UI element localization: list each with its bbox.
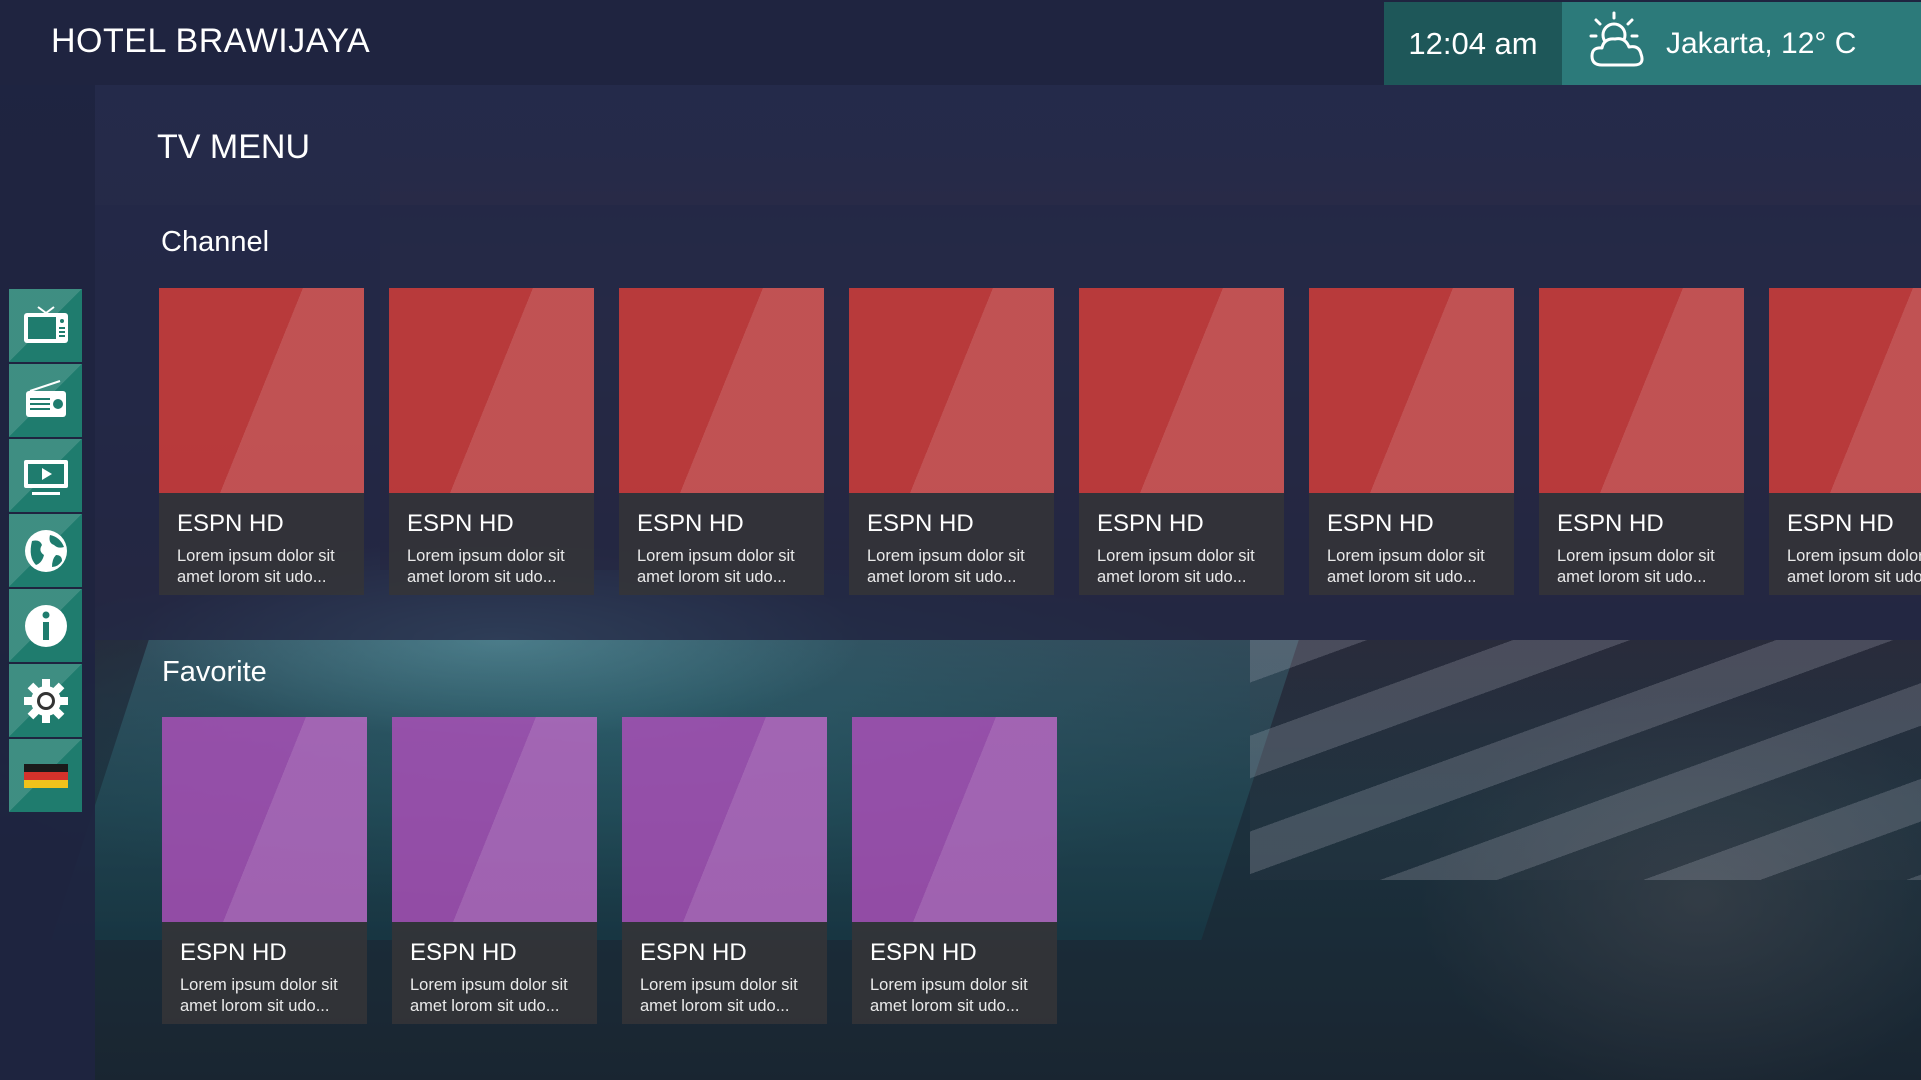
weather-text: Jakarta, 12° C — [1666, 26, 1857, 60]
channel-name: ESPN HD — [177, 510, 284, 537]
tv-icon — [23, 305, 68, 343]
favorite-thumbnail — [852, 717, 1057, 922]
favorite-description: Lorem ipsum dolor sit amet lorom sit udo… — [640, 976, 798, 1015]
favorite-thumbnail — [392, 717, 597, 922]
sidebar-item-language[interactable] — [9, 739, 82, 812]
channel-card[interactable]: ESPN HD Lorem ipsum dolor sit amet lorom… — [1769, 288, 1921, 595]
favorite-name: ESPN HD — [870, 939, 977, 966]
favorite-card[interactable]: ESPN HD Lorem ipsum dolor sit amet lorom… — [392, 717, 597, 1024]
channel-card[interactable]: ESPN HD Lorem ipsum dolor sit amet lorom… — [619, 288, 824, 595]
channel-thumbnail — [159, 288, 364, 493]
channel-description: Lorem ipsum dolor sit amet lorom sit udo… — [1097, 547, 1255, 586]
sidebar-item-tv[interactable] — [9, 289, 82, 362]
channel-card[interactable]: ESPN HD Lorem ipsum dolor sit amet lorom… — [1079, 288, 1284, 595]
partly-cloudy-icon — [1589, 11, 1644, 66]
sidebar-item-internet[interactable] — [9, 514, 82, 587]
channel-thumbnail — [1539, 288, 1744, 493]
channel-description: Lorem ipsum dolor sit amet lorom sit udo… — [1787, 547, 1921, 586]
gear-icon — [23, 678, 68, 723]
clock-time: 12:04 am — [1408, 25, 1538, 61]
radio-icon — [25, 379, 66, 417]
page-title: TV MENU — [157, 128, 310, 166]
channel-card[interactable]: ESPN HD Lorem ipsum dolor sit amet lorom… — [849, 288, 1054, 595]
info-icon — [24, 604, 67, 647]
channel-thumbnail — [849, 288, 1054, 493]
channel-heading: Channel — [161, 226, 270, 258]
channel-name: ESPN HD — [1557, 510, 1664, 537]
channel-description: Lorem ipsum dolor sit amet lorom sit udo… — [867, 547, 1025, 586]
favorite-thumbnail — [162, 717, 367, 922]
channel-description: Lorem ipsum dolor sit amet lorom sit udo… — [177, 547, 335, 586]
channel-name: ESPN HD — [867, 510, 974, 537]
channel-thumbnail — [1769, 288, 1921, 493]
channel-thumbnail — [1079, 288, 1284, 493]
channel-thumbnail — [389, 288, 594, 493]
favorite-name: ESPN HD — [410, 939, 517, 966]
channel-description: Lorem ipsum dolor sit amet lorom sit udo… — [637, 547, 795, 586]
channel-thumbnail — [619, 288, 824, 493]
channel-name: ESPN HD — [1787, 510, 1894, 537]
sidebar-item-radio[interactable] — [9, 364, 82, 437]
channel-card[interactable]: ESPN HD Lorem ipsum dolor sit amet lorom… — [159, 288, 364, 595]
channel-description: Lorem ipsum dolor sit amet lorom sit udo… — [1557, 547, 1715, 586]
favorite-name: ESPN HD — [180, 939, 287, 966]
channel-card[interactable]: ESPN HD Lorem ipsum dolor sit amet lorom… — [1309, 288, 1514, 595]
favorite-thumbnail — [622, 717, 827, 922]
favorite-description: Lorem ipsum dolor sit amet lorom sit udo… — [870, 976, 1028, 1015]
globe-icon — [24, 529, 67, 572]
favorite-card[interactable]: ESPN HD Lorem ipsum dolor sit amet lorom… — [622, 717, 827, 1024]
favorite-description: Lorem ipsum dolor sit amet lorom sit udo… — [180, 976, 338, 1015]
hotel-name: HOTEL BRAWIJAYA — [51, 22, 371, 60]
header: HOTEL BRAWIJAYA 12:04 am Jakarta, 12° C — [0, 0, 1921, 85]
channel-name: ESPN HD — [407, 510, 514, 537]
video-icon — [23, 459, 68, 495]
german-flag-icon — [23, 763, 68, 788]
favorite-heading: Favorite — [162, 656, 267, 688]
favorite-card[interactable]: ESPN HD Lorem ipsum dolor sit amet lorom… — [162, 717, 367, 1024]
channel-card[interactable]: ESPN HD Lorem ipsum dolor sit amet lorom… — [389, 288, 594, 595]
channel-card[interactable]: ESPN HD Lorem ipsum dolor sit amet lorom… — [1539, 288, 1744, 595]
sidebar-item-info[interactable] — [9, 589, 82, 662]
channel-name: ESPN HD — [637, 510, 744, 537]
channel-name: ESPN HD — [1327, 510, 1434, 537]
favorite-card[interactable]: ESPN HD Lorem ipsum dolor sit amet lorom… — [852, 717, 1057, 1024]
channel-description: Lorem ipsum dolor sit amet lorom sit udo… — [407, 547, 565, 586]
channel-description: Lorem ipsum dolor sit amet lorom sit udo… — [1327, 547, 1485, 586]
channel-thumbnail — [1309, 288, 1514, 493]
clock: 12:04 am — [1384, 2, 1562, 85]
sidebar-nav — [9, 289, 82, 812]
channel-name: ESPN HD — [1097, 510, 1204, 537]
favorite-name: ESPN HD — [640, 939, 747, 966]
sidebar-item-video[interactable] — [9, 439, 82, 512]
weather-widget: Jakarta, 12° C — [1562, 2, 1921, 85]
favorite-description: Lorem ipsum dolor sit amet lorom sit udo… — [410, 976, 568, 1015]
sidebar-item-settings[interactable] — [9, 664, 82, 737]
